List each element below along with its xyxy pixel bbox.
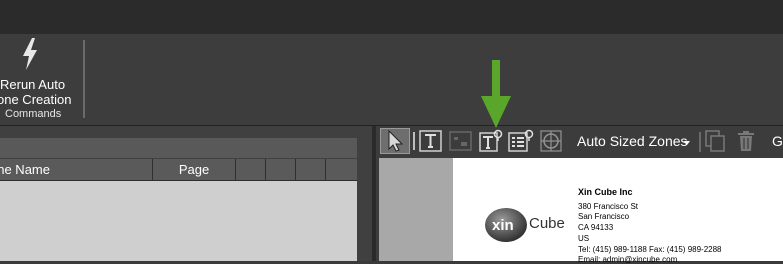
column-header-extra[interactable] [296,159,326,180]
address-line: 380 Francisco St [578,202,639,211]
zone-grid-body[interactable] [0,181,357,261]
copy-icon [705,130,725,152]
chevron-down-icon[interactable] [684,141,690,145]
zone-grid-header: one Name Page [0,159,357,181]
select-tool-button[interactable] [380,128,410,154]
delete-zone-button[interactable] [736,128,756,154]
address-line: San Francisco [578,212,630,221]
svg-text:xin: xin [492,217,514,234]
target-zone-tool-button[interactable] [538,128,564,154]
svg-text:Cube: Cube [529,215,565,232]
text-zone-tool-button[interactable] [418,128,444,154]
xin-cube-logo: xin Cube [485,208,565,242]
ribbon [0,34,783,125]
auto-text-zone-tool-button[interactable] [478,128,504,154]
lightning-icon [23,38,37,70]
column-header-extra[interactable] [266,159,296,180]
down-arrow-icon [481,60,511,128]
text-zone-locate-icon [479,129,503,152]
image-zone-icon [449,131,472,151]
trash-icon [738,131,754,151]
toolbar-separator [413,132,415,150]
email-line: Email: admin@xincube.com [578,255,678,264]
title-bar [0,0,783,35]
toolbar-truncated-item[interactable]: G [772,133,783,149]
ribbon-divider [83,40,85,118]
column-header-extra[interactable] [236,159,266,180]
column-header-page[interactable]: Page [153,159,236,180]
rerun-label-line1: Rerun Auto [0,77,66,92]
company-name: Xin Cube Inc [578,187,633,197]
address-line: US [578,234,590,243]
table-zone-locate-icon [508,129,534,152]
image-zone-tool-button[interactable] [447,128,475,154]
crosshair-icon [540,130,562,152]
rerun-auto-zone-creation-button[interactable]: Rerun Auto one Creation Commands [0,38,80,124]
document-canvas-margin [379,158,453,261]
column-header-label: one Name [0,162,50,177]
auto-table-zone-tool-button[interactable] [507,128,535,154]
copy-zone-button[interactable] [704,128,728,154]
toolbar-separator [699,132,701,152]
pointer-icon [388,129,404,152]
ribbon-group-label: Commands [5,108,62,120]
address-line: CA 94133 [578,223,614,232]
rerun-label-line2: one Creation [0,92,72,107]
zone-list-header-bar [0,138,357,158]
phone-fax-line: Tel: (415) 989-1188 Fax: (415) 989-2288 [578,245,722,254]
column-header-extra[interactable] [326,159,357,180]
zone-mode-dropdown[interactable]: Auto Sized Zones [577,133,688,149]
text-zone-icon [419,130,442,152]
zone-grid-scroll-area [357,138,372,261]
column-header-zone-name[interactable]: one Name [0,159,153,180]
